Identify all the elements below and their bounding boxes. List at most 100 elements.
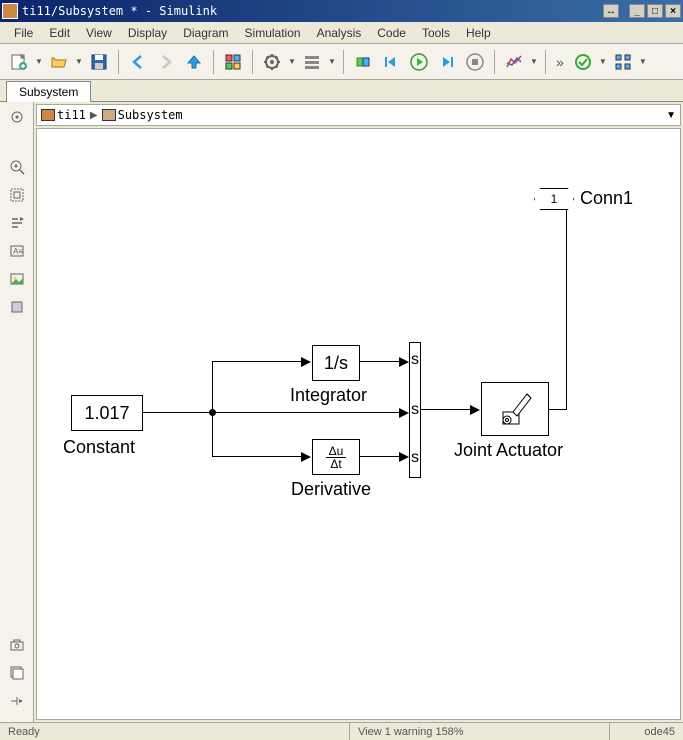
menu-view[interactable]: View bbox=[78, 24, 120, 42]
library-browser-button[interactable] bbox=[220, 49, 246, 75]
mux-port-3: s bbox=[411, 449, 419, 467]
screenshot-icon[interactable] bbox=[5, 634, 29, 656]
toolbar: ▼ ▼ ▼ ▼ ▼ » ▼ ▼ bbox=[0, 44, 683, 80]
config-dropdown[interactable]: ▼ bbox=[287, 57, 297, 66]
status-view: View 1 warning 158% bbox=[350, 723, 610, 740]
signal-line bbox=[212, 361, 302, 362]
breadcrumb-child[interactable]: Subsystem bbox=[102, 108, 183, 122]
save-button[interactable] bbox=[86, 49, 112, 75]
back-button[interactable] bbox=[125, 49, 151, 75]
mux-port-2: s bbox=[411, 401, 419, 419]
new-dropdown[interactable]: ▼ bbox=[34, 57, 44, 66]
more-tools-button[interactable]: » bbox=[552, 54, 568, 70]
data-inspector-dropdown[interactable]: ▼ bbox=[529, 57, 539, 66]
breadcrumb-root-label: ti11 bbox=[57, 108, 86, 122]
diagram-canvas[interactable]: 1.017 Constant 1/s Integrator Δu Δt Deri… bbox=[36, 128, 681, 720]
breadcrumb: ti11 ▶ Subsystem ▼ bbox=[36, 104, 681, 126]
status-bar: Ready View 1 warning 158% ode45 bbox=[0, 722, 683, 740]
menu-diagram[interactable]: Diagram bbox=[175, 24, 236, 42]
model-explorer-button[interactable] bbox=[299, 49, 325, 75]
menu-bar: File Edit View Display Diagram Simulatio… bbox=[0, 22, 683, 44]
up-button[interactable] bbox=[181, 49, 207, 75]
conn1-num: 1 bbox=[551, 192, 558, 206]
window-controls: ↔ _ □ × bbox=[603, 4, 681, 18]
actuator-icon bbox=[495, 390, 535, 428]
open-button[interactable] bbox=[46, 49, 72, 75]
run-button[interactable] bbox=[406, 49, 432, 75]
deploy-button[interactable] bbox=[610, 49, 636, 75]
menu-display[interactable]: Display bbox=[120, 24, 175, 42]
arrow-icon bbox=[399, 408, 409, 418]
arrow-icon bbox=[399, 357, 409, 367]
signal-line bbox=[360, 456, 400, 457]
derivative-label: Derivative bbox=[291, 479, 371, 500]
constant-block[interactable]: 1.017 bbox=[71, 395, 143, 431]
fast-restart-button[interactable] bbox=[350, 49, 376, 75]
step-forward-button[interactable] bbox=[434, 49, 460, 75]
main-area: A≡ ti11 ▶ Subsystem ▼ 1.017 bbox=[0, 102, 683, 722]
status-solver: ode45 bbox=[610, 723, 683, 740]
stop-button[interactable] bbox=[462, 49, 488, 75]
constant-value: 1.017 bbox=[84, 403, 129, 424]
resize-h-button[interactable]: ↔ bbox=[603, 4, 619, 18]
signal-line bbox=[566, 210, 567, 410]
hide-browser-icon[interactable] bbox=[5, 106, 29, 128]
arrow-icon bbox=[301, 452, 311, 462]
joint-actuator-label: Joint Actuator bbox=[454, 440, 563, 461]
menu-code[interactable]: Code bbox=[369, 24, 414, 42]
mux-port-1: s bbox=[411, 351, 419, 369]
new-model-button[interactable] bbox=[6, 49, 32, 75]
maximize-button[interactable]: □ bbox=[647, 4, 663, 18]
menu-edit[interactable]: Edit bbox=[41, 24, 78, 42]
conn1-label: Conn1 bbox=[580, 188, 633, 209]
signal-line bbox=[549, 409, 567, 410]
forward-button[interactable] bbox=[153, 49, 179, 75]
signal-line bbox=[212, 412, 213, 457]
annotation-icon[interactable]: A≡ bbox=[5, 240, 29, 262]
constant-label: Constant bbox=[63, 437, 135, 458]
arrow-icon bbox=[399, 452, 409, 462]
arrow-icon bbox=[470, 405, 480, 415]
open-dropdown[interactable]: ▼ bbox=[74, 57, 84, 66]
derivative-den: Δt bbox=[327, 458, 344, 470]
conn1-port[interactable]: 1 bbox=[534, 188, 574, 210]
status-ready: Ready bbox=[0, 723, 350, 740]
menu-file[interactable]: File bbox=[6, 24, 41, 42]
viewmarks-icon[interactable] bbox=[5, 662, 29, 684]
breadcrumb-child-label: Subsystem bbox=[118, 108, 183, 122]
image-icon[interactable] bbox=[5, 268, 29, 290]
menu-tools[interactable]: Tools bbox=[414, 24, 458, 42]
fit-to-view-icon[interactable] bbox=[5, 184, 29, 206]
joint-actuator-block[interactable] bbox=[481, 382, 549, 436]
menu-analysis[interactable]: Analysis bbox=[309, 24, 370, 42]
menu-help[interactable]: Help bbox=[458, 24, 499, 42]
integrator-label: Integrator bbox=[290, 385, 367, 406]
build-button[interactable] bbox=[570, 49, 596, 75]
menu-simulation[interactable]: Simulation bbox=[237, 24, 309, 42]
data-inspector-button[interactable] bbox=[501, 49, 527, 75]
tab-subsystem[interactable]: Subsystem bbox=[6, 81, 91, 102]
explorer-bar-icon[interactable] bbox=[5, 212, 29, 234]
integrator-block[interactable]: 1/s bbox=[312, 345, 360, 381]
derivative-block[interactable]: Δu Δt bbox=[312, 439, 360, 475]
breadcrumb-root[interactable]: ti11 bbox=[41, 108, 86, 122]
close-button[interactable]: × bbox=[665, 4, 681, 18]
tab-bar: Subsystem bbox=[0, 80, 683, 102]
minimize-button[interactable]: _ bbox=[629, 4, 645, 18]
signal-line bbox=[143, 412, 213, 413]
arrow-icon bbox=[301, 357, 311, 367]
toggle-perspectives-icon[interactable] bbox=[5, 690, 29, 712]
step-back-button[interactable] bbox=[378, 49, 404, 75]
area-icon[interactable] bbox=[5, 296, 29, 318]
deploy-dropdown[interactable]: ▼ bbox=[638, 57, 648, 66]
config-button[interactable] bbox=[259, 49, 285, 75]
signal-line bbox=[360, 361, 400, 362]
app-icon bbox=[2, 3, 18, 19]
model-explorer-dropdown[interactable]: ▼ bbox=[327, 57, 337, 66]
breadcrumb-dropdown[interactable]: ▼ bbox=[666, 110, 676, 121]
svg-text:A≡: A≡ bbox=[13, 247, 23, 256]
build-dropdown[interactable]: ▼ bbox=[598, 57, 608, 66]
zoom-in-icon[interactable] bbox=[5, 156, 29, 178]
signal-line bbox=[212, 361, 213, 413]
signal-line bbox=[421, 409, 471, 410]
